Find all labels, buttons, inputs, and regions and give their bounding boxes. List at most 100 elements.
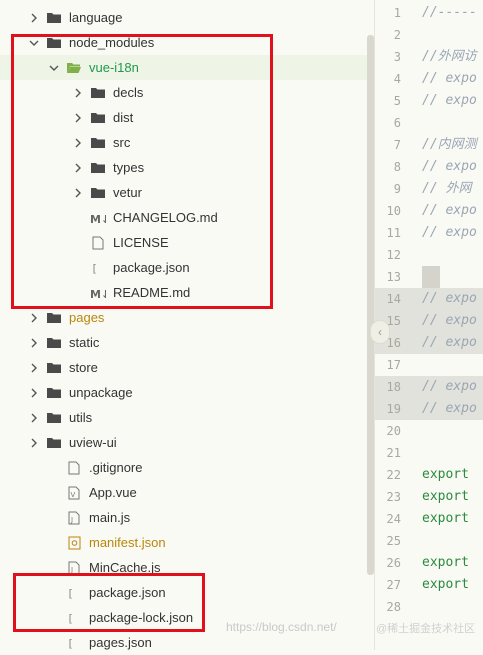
line-number: 20 xyxy=(386,424,401,438)
chevron-right-icon[interactable] xyxy=(28,412,40,424)
watermark-url: https://blog.csdn.net/ xyxy=(226,620,337,634)
line-number: 28 xyxy=(386,600,401,614)
code-line[interactable]: 2 xyxy=(375,24,483,46)
line-number: 12 xyxy=(386,248,401,262)
line-number: 9 xyxy=(393,182,401,196)
chevron-right-icon[interactable] xyxy=(28,362,40,374)
tree-row[interactable]: [ ] pages.json xyxy=(0,630,433,655)
code-text: // expo xyxy=(422,71,477,86)
line-number: 22 xyxy=(386,468,401,482)
folder-icon xyxy=(46,386,62,400)
code-line[interactable]: 12 xyxy=(375,244,483,266)
code-line[interactable]: 27 export xyxy=(375,574,483,596)
code-text: // 外网 xyxy=(422,181,472,196)
code-line[interactable]: 23 export xyxy=(375,486,483,508)
tree-row-label: .gitignore xyxy=(89,460,143,475)
tree-row[interactable]: unpackage xyxy=(0,380,395,405)
chevron-right-icon[interactable] xyxy=(28,12,40,24)
code-text: // expo xyxy=(422,379,477,394)
line-number: 17 xyxy=(386,358,401,372)
code-line[interactable]: 28 xyxy=(375,596,483,618)
tree-row[interactable]: utils xyxy=(0,405,395,430)
tree-row-label: static xyxy=(69,335,100,350)
line-number: 27 xyxy=(386,578,401,592)
code-text: // expo xyxy=(422,291,477,306)
line-number: 24 xyxy=(386,512,401,526)
code-line[interactable]: 4 // expo xyxy=(375,68,483,90)
code-text: export xyxy=(422,555,469,570)
tree-row-label: store xyxy=(69,360,98,375)
line-number: 1 xyxy=(393,6,401,20)
code-line[interactable]: 5 // expo xyxy=(375,90,483,112)
tree-row-label: uview-ui xyxy=(69,435,117,450)
code-line[interactable]: 16// expo xyxy=(375,332,483,354)
code-text: // expo xyxy=(422,313,477,328)
line-number: 10 xyxy=(386,204,401,218)
line-number: 23 xyxy=(386,490,401,504)
code-text: export xyxy=(422,511,469,526)
tree-row-label: main.js xyxy=(89,510,131,525)
explorer-scrollbar[interactable] xyxy=(367,35,374,575)
code-line[interactable]: 20 xyxy=(375,420,483,442)
line-number: 3 xyxy=(393,50,401,64)
code-text: export xyxy=(422,467,469,482)
folder-icon xyxy=(46,361,62,375)
chevron-right-icon[interactable] xyxy=(28,437,40,449)
code-line[interactable]: 10 // expo xyxy=(375,200,483,222)
tree-row-label: unpackage xyxy=(69,385,133,400)
tree-row-label: pages.json xyxy=(89,635,152,650)
chevron-right-icon[interactable] xyxy=(28,312,40,324)
file-icon xyxy=(66,461,82,475)
manifest-icon xyxy=(66,536,82,550)
code-text: //----- xyxy=(422,5,477,20)
code-line[interactable]: 15// expo xyxy=(375,310,483,332)
line-number: 13 xyxy=(386,270,401,284)
code-text: //内网测 xyxy=(422,137,477,152)
highlight-box-package-files xyxy=(13,573,205,632)
line-number: 5 xyxy=(393,94,401,108)
code-line[interactable]: 22 export xyxy=(375,464,483,486)
svg-text:[ ]: [ ] xyxy=(67,637,81,650)
code-line[interactable]: 25 xyxy=(375,530,483,552)
code-line[interactable]: 11 // expo xyxy=(375,222,483,244)
tree-row-label: manifest.json xyxy=(89,535,166,550)
code-text: export xyxy=(422,489,469,504)
code-line[interactable]: 9 // 外网 xyxy=(375,178,483,200)
tree-row-label: language xyxy=(69,10,123,25)
folder-icon xyxy=(46,311,62,325)
code-text: // expo xyxy=(422,335,477,350)
code-line[interactable]: 6 xyxy=(375,112,483,134)
code-text: //外网访 xyxy=(422,49,477,64)
code-line[interactable]: 7 //内网测 xyxy=(375,134,483,156)
code-text: export xyxy=(422,577,469,592)
code-line[interactable]: 21 xyxy=(375,442,483,464)
code-line[interactable]: 13 xyxy=(375,266,483,288)
code-line[interactable]: 8 // expo xyxy=(375,156,483,178)
chevron-right-icon[interactable] xyxy=(28,337,40,349)
tree-row[interactable]: static xyxy=(0,330,395,355)
js-file-icon: J xyxy=(66,511,82,525)
chevron-right-icon[interactable] xyxy=(28,387,40,399)
line-number: 6 xyxy=(393,116,401,130)
line-number: 26 xyxy=(386,556,401,570)
code-text: // expo xyxy=(422,93,477,108)
line-number: 18 xyxy=(386,380,401,394)
code-line[interactable]: 24 export xyxy=(375,508,483,530)
tree-row[interactable]: store xyxy=(0,355,395,380)
code-line[interactable]: 14 // expo xyxy=(375,288,483,310)
tree-row[interactable]: language xyxy=(0,5,395,30)
code-line[interactable]: 18 // expo xyxy=(375,376,483,398)
line-number: 11 xyxy=(386,226,401,240)
code-line[interactable]: 3 //外网访 xyxy=(375,46,483,68)
code-line[interactable]: 26 export xyxy=(375,552,483,574)
code-line[interactable]: 19 // expo xyxy=(375,398,483,420)
code-line[interactable]: 17 xyxy=(375,354,483,376)
line-number: 4 xyxy=(393,72,401,86)
code-line[interactable]: 1 //----- xyxy=(375,2,483,24)
code-editor[interactable]: 1//----- 2 3//外网访 4// expo 5// expo 6 7//内网测 8/… xyxy=(375,0,483,650)
line-number: 8 xyxy=(393,160,401,174)
tree-row-label: App.vue xyxy=(89,485,137,500)
watermark-brand: @稀土掘金技术社区 xyxy=(376,623,476,635)
collapse-sidebar-button[interactable]: ‹ xyxy=(370,320,390,344)
tree-row[interactable]: uview-ui xyxy=(0,430,395,455)
